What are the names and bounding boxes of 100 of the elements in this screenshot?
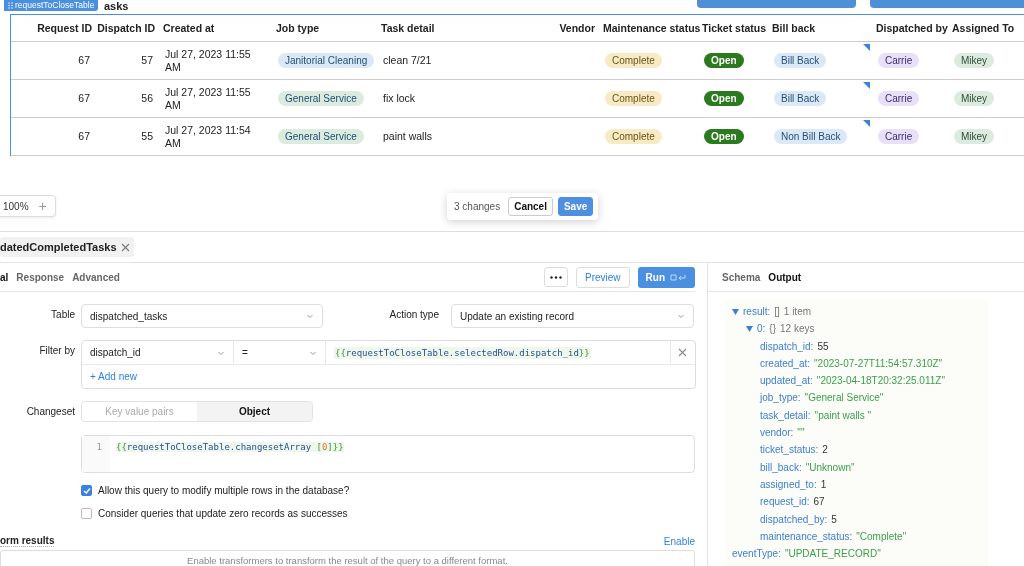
column-header[interactable]: Ticket status [702,22,766,34]
remove-icon[interactable] [678,348,687,357]
more-button[interactable] [543,267,568,287]
tree-value: "Complete" [856,529,907,544]
tree-value: 1 [820,477,827,492]
tree-value: 5 [831,512,837,527]
tree-key: assigned_to: [760,475,817,494]
column-header[interactable]: Request ID [37,22,92,34]
tree-key: ticket_status: [760,441,819,459]
field-label: Table [50,308,75,322]
cell-text: clean 7/21 [383,54,432,67]
column-header[interactable]: Maintenance status [603,22,701,34]
tag: Carrie [878,53,920,68]
chevron-down-icon [306,312,314,320]
tree-key: result: [743,303,771,321]
cancel-button[interactable]: Cancel [508,197,553,216]
field-label: Changeset [25,405,75,419]
tag: Complete [605,53,662,68]
tree-key: created_at: [760,354,811,373]
cell-text: fix lock [383,92,416,105]
preview-button[interactable]: Preview [575,266,630,288]
type-marker: {} [769,322,777,337]
tree-value: "General Service" [804,391,884,406]
column-header[interactable]: Created at [163,22,215,34]
tag: Carrie [878,91,920,106]
checkbox-label: Consider queries that update zero records as successes [98,508,348,519]
tree-value: "UPDATE_RECORD" [784,547,881,562]
expanded-arrow-icon[interactable] [746,325,753,332]
type-marker: [] [774,305,780,319]
tag: Complete [605,91,662,106]
cell-text: 57 [141,54,153,67]
output-tab[interactable]: Output [768,271,802,283]
tree-value: "2023-04-18T20:32:25.011Z" [816,374,945,389]
query-tab[interactable]: datedCompletedTasks [0,237,134,257]
tree-value: 55 [817,339,829,354]
tree-key: maintenance_status: [760,527,853,546]
cell-text: Jul 27, 2023 11:54 AM [165,123,252,150]
action-type-select[interactable]: Update an existing record [451,304,694,328]
more-icon [549,275,562,279]
item-count: 12 keys [780,322,815,337]
enable-link[interactable]: Enable [663,535,695,547]
segment-option[interactable]: Object [197,402,312,421]
cell-text: 67 [78,92,90,105]
tree-value: 2 [822,443,828,458]
status-badge: Open [704,53,744,68]
code-editor[interactable]: 1 {{requestToCloseTable.changesetArray [0]}} [81,435,695,473]
tree-value: "" [797,426,805,441]
drag-handle-icon[interactable] [8,2,13,9]
output-tab[interactable]: Schema [722,271,761,283]
column-header[interactable]: Assigned To [952,22,1015,34]
column-header[interactable]: Dispatch ID [97,22,155,34]
expanded-arrow-icon[interactable] [732,308,739,315]
editor-tab[interactable]: Response [16,271,65,283]
filter-value-field[interactable]: {{requestToCloseTable.selectedRow.dispatch_id}} [326,341,671,364]
checkbox[interactable] [81,508,92,519]
status-badge: Open [704,129,744,144]
tag: Bill Back [774,91,827,106]
line-number: 1 [96,442,102,452]
tree-key: bill_back: [760,458,802,476]
tag: General Service [278,129,364,144]
tag: General Service [278,91,364,106]
cell-text: 56 [141,92,153,105]
page-title: asks [104,0,129,12]
transformer-hint: Enable transformers to transform the result of the query to a different format. [0,550,695,566]
cell-text: Jul 27, 2023 11:55 AM [165,47,252,74]
tag: Carrie [878,129,920,144]
column-header[interactable]: Vendor [559,22,595,34]
editor-tab[interactable]: al [0,271,9,283]
column-header[interactable]: Job type [276,22,320,34]
field-label: Action type [388,308,439,322]
tag: Non Bill Back [774,129,848,144]
column-header[interactable]: Bill back [772,22,816,34]
tree-value: "paint walls " [814,408,872,423]
column-select[interactable]: dispatch_id [82,341,234,364]
tag: Bill Back [774,53,827,68]
tag: Complete [605,129,662,144]
tree-key: dispatched_by: [760,510,828,528]
cell-text: 55 [141,130,153,143]
field-label: Filter by [38,344,75,358]
tree-key: request_id: [760,493,810,511]
operator-select[interactable]: = [234,341,326,364]
column-header[interactable]: Task detail [381,22,435,34]
tree-key: job_type: [760,389,801,407]
changes-count: 3 changes [454,201,501,212]
tree-value: 67 [813,495,825,510]
tag: Mikey [954,53,995,68]
cell-text: Jul 27, 2023 11:55 AM [165,85,252,112]
close-icon[interactable] [120,242,130,252]
tree-value: "Unknown" [805,460,855,475]
checkbox[interactable] [81,485,92,496]
tree-key: 0: [757,320,766,338]
chevron-down-icon [677,312,685,320]
column-header[interactable]: Dispatched by [876,22,948,34]
editor-tab[interactable]: Advanced [72,271,120,283]
add-new-link[interactable]: + Add new [82,365,145,388]
zoom-level: 100% [3,200,29,212]
tree-key: task_detail: [760,406,811,425]
table-select[interactable]: dispatched_tasks [81,304,323,328]
tag: Mikey [954,129,995,144]
status-badge: Open [704,91,744,106]
